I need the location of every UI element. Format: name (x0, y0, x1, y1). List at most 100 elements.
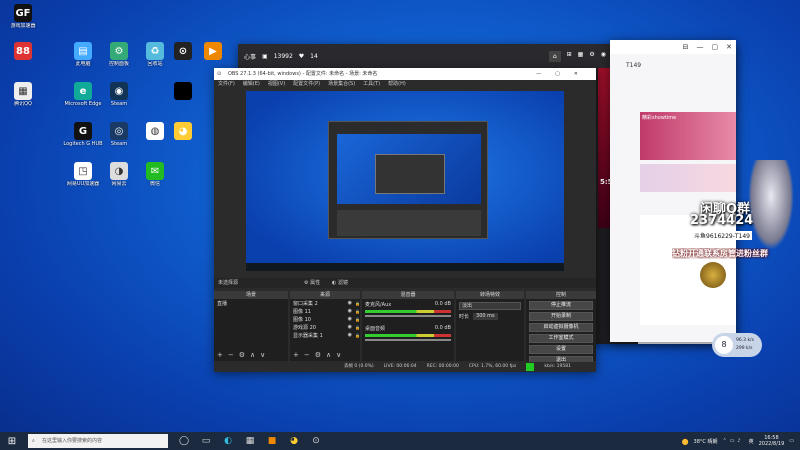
duration-input[interactable]: 300 ms (473, 313, 498, 320)
obs-menubar: 文件(F) 编辑(E) 视图(V) 配置文件(P) 场景集合(S) 工具(T) 帮助(H) (214, 80, 596, 89)
obs-menu-item[interactable]: 工具(T) (363, 80, 380, 89)
track2-db: 0.0 dB (434, 325, 451, 331)
transition-select[interactable]: 淡出 (459, 302, 521, 310)
start-button[interactable]: ⊞ (4, 433, 20, 449)
clock-date[interactable]: 2022/8/19 (759, 441, 785, 447)
lock-icon[interactable]: 🔒 (355, 301, 360, 306)
control-button[interactable]: 设置 (529, 345, 593, 354)
douyu-id: 斗鱼9616229-T149 (692, 231, 753, 240)
properties-button[interactable]: ⚙ 属性 (304, 278, 320, 288)
desktop-icon-label: Steam (110, 101, 128, 107)
pin-icon[interactable]: ⊟ (683, 43, 689, 51)
source-item[interactable]: 图像 10 ◉ 🔒 (290, 315, 360, 323)
desktop-icon[interactable]: ▦ 腾讯QQ (2, 82, 44, 116)
track2-name: 桌面音频 (365, 326, 386, 332)
weather[interactable]: 38°C 晴朗 (694, 438, 718, 445)
fans-banner: 精彩showtime (640, 112, 736, 160)
eye-icon[interactable]: ◉ (348, 308, 352, 314)
track1-slider[interactable] (365, 315, 451, 317)
scenes-header: 场景 (214, 291, 288, 299)
control-button[interactable]: 停止推流 (529, 301, 593, 310)
sources-header: 来源 (290, 291, 360, 299)
source-actions[interactable]: +−⚙∧∨ (293, 351, 346, 359)
eye-icon[interactable]: ◉ (348, 300, 352, 306)
orange-app-icon[interactable]: ■ (264, 433, 280, 449)
weather-icon: ● (681, 436, 689, 446)
no-source-label: 未选择源 (218, 280, 239, 286)
scene-actions[interactable]: +−⚙∧∨ (217, 351, 270, 359)
status-live: LIVE: 00:06:04 (383, 364, 417, 369)
mixer-header: 混音器 (362, 291, 454, 299)
maximize-icon[interactable]: ▢ (712, 43, 719, 51)
eye-icon[interactable]: ◉ (348, 316, 352, 322)
bird-app-icon[interactable]: ◕ (286, 433, 302, 449)
windows-icon: ⊞ (7, 435, 17, 447)
home-icon[interactable]: ⌂ (548, 50, 561, 62)
close-icon[interactable]: ✕ (726, 43, 732, 51)
obs-statusbar: 丢帧 0 (0.0%) LIVE: 00:06:04 REC: 00:00:00… (214, 362, 596, 372)
search-box[interactable]: ⌕ 在这里输入你要搜索的内容 (28, 434, 168, 448)
edge-taskbar-icon[interactable]: ◐ (220, 433, 236, 449)
desktop-icon-label: 微信 (149, 181, 160, 187)
desktop-icon[interactable]: 88 (2, 42, 44, 76)
live-username: 心事 (244, 53, 257, 61)
duration-label: 时长 (459, 314, 470, 320)
obs-menu-item[interactable]: 编辑(E) (243, 80, 260, 89)
search-placeholder: 在这里输入你要搜索的内容 (42, 438, 103, 444)
live-side-window: ⊟ — ▢ ✕ T149 精彩showtime (610, 40, 736, 342)
source-item[interactable]: 显示器采集 1 ◉ 🔒 (290, 331, 360, 339)
desktop-icon[interactable]: ◍ (134, 122, 176, 156)
obs-menu-item[interactable]: 场景集合(S) (328, 80, 355, 89)
filters-button[interactable]: ◐ 滤镜 (332, 278, 348, 288)
desktop-icon-label: 腾讯QQ (14, 101, 32, 107)
obs-menu-item[interactable]: 文件(F) (218, 80, 235, 89)
notification-icon[interactable]: ▭ (789, 438, 794, 444)
control-button[interactable]: 工作室模式 (529, 334, 593, 343)
transitions-panel: 转场特效 淡出 时长 300 ms (456, 291, 524, 361)
desktop-icon[interactable] (162, 82, 204, 116)
store-icon[interactable]: ▦ (242, 433, 258, 449)
gamepad-icon[interactable]: ⊞ (567, 51, 572, 62)
control-button[interactable]: 开始录制 (529, 312, 593, 321)
obs-taskbar-icon[interactable]: ⊙ (308, 433, 324, 449)
obs-menu-item[interactable]: 配置文件(P) (293, 80, 320, 89)
language[interactable]: 英 (749, 438, 754, 445)
chrome-icon: ◍ (146, 122, 164, 140)
steam2-icon: ◎ (110, 122, 128, 140)
desktop-icon[interactable]: ✉ 微信 (134, 162, 176, 196)
obs-logo-icon: ⊙ (217, 71, 222, 77)
qq-app-icon: ▦ (14, 82, 32, 100)
search-icon: ⌕ (32, 438, 35, 444)
lock-icon[interactable]: 🔒 (355, 333, 360, 338)
controller-icon[interactable]: ◉ (601, 51, 606, 62)
obs-menu-item[interactable]: 视图(V) (268, 80, 285, 89)
steam-icon: ◉ (110, 82, 128, 100)
task-view-icon[interactable]: ◯ (176, 433, 192, 449)
source-item[interactable]: 游戏源 20 ◉ 🔒 (290, 323, 360, 331)
eye-icon[interactable]: ◉ (348, 324, 352, 330)
scene-item[interactable]: 直播 (214, 299, 288, 307)
status-cpu: CPU: 1.7%, 60.00 fps (468, 364, 517, 369)
source-item[interactable]: 窗口采集 2 ◉ 🔒 (290, 299, 360, 307)
file-explorer-icon[interactable]: ▭ (198, 433, 214, 449)
settings-icon[interactable]: ⚙ (589, 51, 594, 62)
status-dropped: 丢帧 0 (0.0%) (344, 364, 374, 369)
source-item[interactable]: 图像 11 ◉ 🔒 (290, 307, 360, 315)
track2-meter (365, 334, 451, 337)
eye-icon[interactable]: ◉ (348, 332, 352, 338)
lock-icon[interactable]: 🔒 (355, 325, 360, 330)
obs-menu-item[interactable]: 帮助(H) (388, 80, 406, 89)
network-widget[interactable]: 8 96.3 k/s 299 k/s (712, 333, 762, 357)
source-item-label: 窗口采集 2 (293, 300, 318, 307)
nested-obs-preview (328, 121, 488, 239)
minimize-icon[interactable]: — (697, 43, 704, 51)
edge-icon: e (74, 82, 92, 100)
lock-icon[interactable]: 🔒 (355, 317, 360, 322)
desktop-icon[interactable]: ◉ Steam (98, 82, 140, 116)
tray-icons[interactable]: ⌃▭♪ (723, 438, 744, 444)
control-button[interactable]: 启动虚拟摄像机 (529, 323, 593, 332)
track2-slider[interactable] (365, 339, 451, 341)
desktop-icon[interactable]: GF 游戏加速器 (2, 4, 44, 38)
lock-icon[interactable]: 🔒 (355, 309, 360, 314)
grid-icon[interactable]: ▦ (578, 51, 584, 62)
